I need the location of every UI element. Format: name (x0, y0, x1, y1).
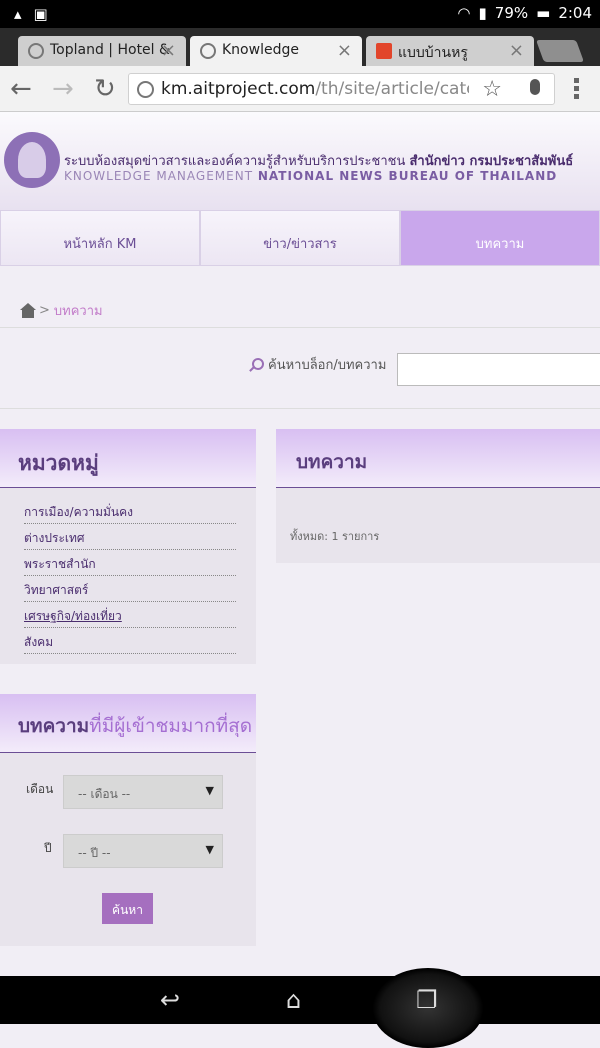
year-select[interactable]: -- ปี -- ▼ (63, 834, 223, 868)
magnifier-icon (248, 357, 264, 372)
home-button-icon[interactable]: ⌂ (286, 986, 301, 1014)
reload-icon[interactable]: ↻ (94, 74, 116, 104)
categories-panel: หมวดหมู่ การเมือง/ความมั่นคง ต่างประเทศ … (0, 429, 256, 664)
battery-percent: 79% (494, 4, 529, 22)
most-viewed-title-rest: ที่มีผู้เข้าชมมากที่สุด (89, 715, 253, 737)
tab-title: Topland | Hotel & (50, 42, 170, 58)
dropdown-arrow-icon: ▼ (205, 784, 214, 797)
url-host: km.aitproject.com (161, 79, 316, 99)
address-bar[interactable]: km.aitproject.com/th/site/article/categ … (128, 73, 555, 105)
month-select[interactable]: -- เดือน -- ▼ (63, 775, 223, 809)
most-viewed-title-bold: บทความ (18, 715, 90, 737)
site-title-en-bold: NATIONAL NEWS BUREAU OF THAILAND (257, 169, 558, 183)
divider (0, 408, 600, 409)
close-tab-icon[interactable]: × (337, 40, 352, 61)
browser-tab-topland[interactable]: Topland | Hotel & × (18, 36, 186, 66)
close-tab-icon[interactable]: × (509, 40, 524, 61)
most-viewed-panel: บทความที่มีผู้เข้าชมมากที่สุด เดือน -- เ… (0, 694, 256, 946)
search-input[interactable] (397, 353, 600, 386)
category-science[interactable]: วิทยาศาสตร์ (24, 576, 236, 602)
search-button[interactable]: ค้นหา (102, 893, 153, 924)
overflow-menu-icon[interactable] (574, 78, 580, 102)
site-header: ระบบห้องสมุดข่าวสารและองค์ความรู้สำหรับบ… (0, 112, 600, 210)
tab-strip: Topland | Hotel & × Knowledge × แบบบ้านห… (0, 28, 600, 66)
globe-icon (137, 81, 154, 98)
month-label: เดือน (26, 782, 54, 796)
site-title-en-plain: KNOWLEDGE MANAGEMENT (64, 169, 254, 183)
browser-tab-knowledge[interactable]: Knowledge × (190, 36, 362, 66)
breadcrumb-separator: > (39, 303, 50, 318)
notification-icon: ▴ (14, 5, 22, 23)
month-select-value: -- เดือน -- (78, 787, 131, 801)
articles-total: ทั้งหมด: 1 รายการ (290, 530, 380, 543)
search-label: ค้นหาบล็อก/บทความ (268, 358, 387, 373)
year-label: ปี (44, 841, 52, 855)
site-title-thai: ระบบห้องสมุดข่าวสารและองค์ความรู้สำหรับบ… (64, 150, 573, 171)
image-notification-icon: ▣ (33, 5, 48, 23)
most-viewed-title: บทความที่มีผู้เข้าชมมากที่สุด (0, 694, 256, 753)
main-nav: หน้าหลัก KM ข่าว/ข่าวสาร บทความ (0, 210, 600, 266)
sim-icon: ▮ (478, 4, 487, 22)
site-title-thai-bold: สำนักข่าว กรมประชาสัมพันธ์ (409, 154, 574, 169)
nav-news[interactable]: ข่าว/ข่าวสาร (200, 210, 400, 266)
wifi-icon: ◠ (457, 4, 471, 22)
url-path: /th/site/article/categ (315, 79, 469, 99)
nav-km-home[interactable]: หน้าหลัก KM (0, 210, 200, 266)
close-tab-icon[interactable]: × (161, 40, 176, 61)
new-tab-button[interactable] (535, 40, 585, 62)
back-icon[interactable]: ↩ (160, 986, 180, 1014)
category-economy[interactable]: เศรษฐกิจ/ท่องเที่ยว (24, 602, 236, 628)
status-bar: ▴ ▣ ◠ ▮ 79% ▬ 2:04 (0, 0, 600, 28)
recent-apps-icon[interactable]: ❐ (416, 986, 438, 1014)
category-foreign[interactable]: ต่างประเทศ (24, 524, 236, 550)
category-list: การเมือง/ความมั่นคง ต่างประเทศ พระราชสำน… (0, 488, 236, 654)
clock: 2:04 (558, 4, 592, 22)
microphone-icon[interactable] (530, 79, 540, 95)
nav-articles[interactable]: บทความ (400, 210, 600, 266)
breadcrumb: > บทความ (20, 300, 103, 321)
bookmark-star-icon[interactable]: ☆ (482, 77, 502, 102)
dropdown-arrow-icon: ▼ (205, 843, 214, 856)
category-politics[interactable]: การเมือง/ความมั่นคง (24, 498, 236, 524)
blog-search: ค้นหาบล็อก/บทความ (248, 354, 386, 375)
prd-logo[interactable] (4, 132, 60, 188)
site-title-english: KNOWLEDGE MANAGEMENT NATIONAL NEWS BUREA… (64, 169, 557, 183)
globe-icon (28, 43, 44, 59)
category-society[interactable]: สังคม (24, 628, 236, 654)
site-title-thai-text: ระบบห้องสมุดข่าวสารและองค์ความรู้สำหรับบ… (64, 154, 406, 169)
home-icon[interactable] (20, 303, 36, 318)
divider (0, 327, 600, 328)
tab-title: Knowledge (222, 42, 299, 58)
year-select-value: -- ปี -- (78, 846, 111, 860)
categories-title: หมวดหมู่ (0, 429, 256, 488)
category-royal[interactable]: พระราชสำนัก (24, 550, 236, 576)
forward-arrow-icon[interactable]: → (52, 74, 74, 104)
back-arrow-icon[interactable]: ← (10, 74, 32, 104)
tab-title: แบบบ้านหรู (398, 45, 468, 61)
mail-favicon-icon (376, 43, 392, 59)
articles-panel: บทความ ทั้งหมด: 1 รายการ (276, 429, 600, 563)
browser-toolbar: ← → ↻ km.aitproject.com/th/site/article/… (0, 66, 600, 112)
globe-icon (200, 43, 216, 59)
url-text[interactable]: km.aitproject.com/th/site/article/categ (161, 79, 469, 99)
breadcrumb-current: บทความ (53, 304, 103, 319)
browser-tab-house[interactable]: แบบบ้านหรู × (366, 36, 534, 66)
battery-icon: ▬ (536, 4, 551, 22)
articles-title: บทความ (276, 429, 600, 488)
system-nav-bar: ↩ ⌂ ❐ (0, 968, 600, 1048)
